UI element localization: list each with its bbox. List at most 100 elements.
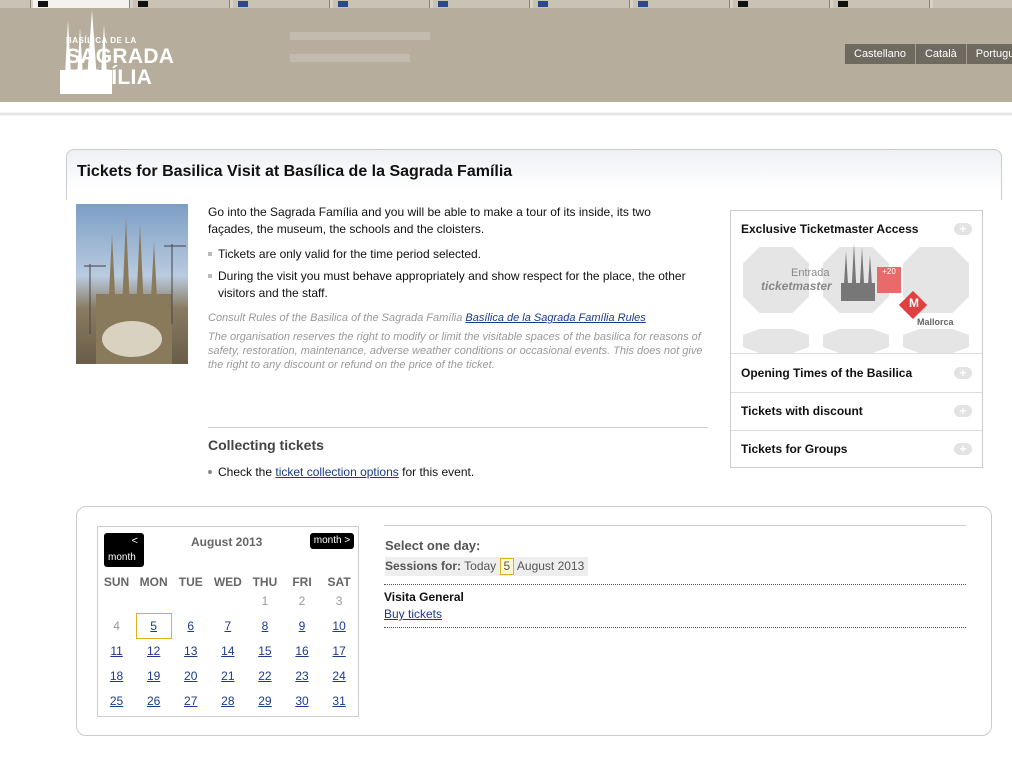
calendar-day[interactable]: 6 xyxy=(172,614,209,639)
calendar-day[interactable]: 5 xyxy=(135,613,173,639)
calendar-day[interactable]: 24 xyxy=(321,664,358,689)
calendar-day-link[interactable]: 15 xyxy=(258,644,271,658)
calendar-day-link[interactable]: 8 xyxy=(262,619,269,633)
browser-tab[interactable] xyxy=(533,0,630,8)
promo-hex xyxy=(823,329,889,353)
sidebar-item-groups[interactable]: Tickets for Groups + xyxy=(731,430,982,467)
calendar-day-link[interactable]: 11 xyxy=(110,644,122,658)
calendar-day[interactable]: 28 xyxy=(209,689,246,714)
calendar-day-link[interactable]: 26 xyxy=(147,694,160,708)
collection-options-link[interactable]: ticket collection options xyxy=(275,465,398,479)
calendar-day[interactable]: 22 xyxy=(246,664,283,689)
calendar-day-link[interactable]: 17 xyxy=(332,644,345,658)
sidebar-item-opening-times[interactable]: Opening Times of the Basilica + xyxy=(731,354,982,393)
calendar-week-row: 1 2 3 xyxy=(98,589,358,614)
collect-pre: Check the xyxy=(218,465,273,479)
weekday-header: TUE xyxy=(178,575,203,589)
calendar-day[interactable]: 12 xyxy=(135,639,172,664)
calendar-day[interactable]: 8 xyxy=(246,614,283,639)
lang-catala[interactable]: Català xyxy=(916,44,967,64)
calendar-day-link[interactable]: 13 xyxy=(184,644,197,658)
calendar-day[interactable]: 10 xyxy=(321,614,358,639)
browser-tab[interactable] xyxy=(733,0,830,8)
calendar-grid: SUN MON TUE WED THU FRI SAT 1 2 3 4 5 6 7 8 9 10 11 12 13 1… xyxy=(98,575,358,714)
browser-tab[interactable] xyxy=(633,0,730,8)
calendar-day[interactable]: 11 xyxy=(98,639,135,664)
lang-castellano[interactable]: Castellano xyxy=(845,44,916,64)
calendar-day[interactable]: 16 xyxy=(283,639,320,664)
calendar-day-link[interactable]: 10 xyxy=(332,619,345,633)
calendar-day-link[interactable]: 31 xyxy=(332,694,345,708)
calendar-day[interactable]: 30 xyxy=(283,689,320,714)
calendar-day[interactable]: 9 xyxy=(283,614,320,639)
calendar-day[interactable]: 21 xyxy=(209,664,246,689)
calendar-day-link[interactable]: 23 xyxy=(295,669,308,683)
favicon-icon xyxy=(338,1,348,7)
calendar-day[interactable]: 14 xyxy=(209,639,246,664)
favicon-icon xyxy=(838,1,848,7)
calendar-day-link[interactable]: 29 xyxy=(258,694,271,708)
calendar-day-link[interactable]: 14 xyxy=(221,644,234,658)
weekday-header: FRI xyxy=(292,575,312,589)
calendar-day xyxy=(135,589,172,614)
favicon-icon xyxy=(438,1,448,7)
calendar-day-link[interactable]: 18 xyxy=(110,669,123,683)
calendar-day[interactable]: 15 xyxy=(246,639,283,664)
calendar-day-link[interactable]: 22 xyxy=(258,669,271,683)
calendar-day-link[interactable]: 27 xyxy=(184,694,197,708)
browser-tab[interactable] xyxy=(833,0,930,8)
logo-title: SAGRADA FAMÍLIA xyxy=(66,46,174,88)
calendar-day[interactable]: 20 xyxy=(172,664,209,689)
rules-link[interactable]: Basílica de la Sagrada Família Rules xyxy=(465,312,645,324)
expand-icon[interactable]: + xyxy=(954,405,972,417)
sidebar-item-ticketmaster[interactable]: Exclusive Ticketmaster Access + Entrada … xyxy=(731,211,982,354)
browser-tab[interactable] xyxy=(0,0,31,8)
browser-tab[interactable] xyxy=(333,0,430,8)
calendar-day[interactable]: 17 xyxy=(321,639,358,664)
calendar-day-link[interactable]: 28 xyxy=(221,694,234,708)
collect-post: for this event. xyxy=(402,465,475,479)
browser-tab[interactable] xyxy=(933,0,1012,8)
calendar-day-link[interactable]: 20 xyxy=(184,669,197,683)
browser-tab[interactable] xyxy=(233,0,330,8)
calendar-day-link[interactable]: 19 xyxy=(147,669,160,683)
calendar-day-link[interactable]: 24 xyxy=(332,669,345,683)
weekday-header: SAT xyxy=(327,575,351,589)
calendar-day-link[interactable]: 30 xyxy=(295,694,308,708)
expand-icon[interactable]: + xyxy=(954,443,972,455)
calendar-day[interactable]: 7 xyxy=(209,614,246,639)
lang-portugues[interactable]: Portugu xyxy=(967,44,1012,64)
browser-tab[interactable] xyxy=(133,0,230,8)
buy-tickets-link[interactable]: Buy tickets xyxy=(384,607,442,621)
calendar-day[interactable]: 13 xyxy=(172,639,209,664)
calendar-day-link[interactable]: 7 xyxy=(224,619,231,633)
calendar-day-link[interactable]: 21 xyxy=(221,669,234,683)
expand-icon[interactable]: + xyxy=(954,223,972,235)
next-month-button[interactable]: month > xyxy=(310,533,354,549)
calendar-day[interactable]: 18 xyxy=(98,664,135,689)
sidebar-item-discount[interactable]: Tickets with discount + xyxy=(731,392,982,431)
calendar-day-link[interactable]: 9 xyxy=(299,619,306,633)
calendar-day xyxy=(172,589,209,614)
calendar-day[interactable]: 27 xyxy=(172,689,209,714)
favicon-icon xyxy=(738,1,748,7)
calendar-day-link[interactable]: 16 xyxy=(295,644,308,658)
calendar-day[interactable]: 29 xyxy=(246,689,283,714)
calendar-day[interactable]: 23 xyxy=(283,664,320,689)
calendar-day-link[interactable]: 12 xyxy=(147,644,160,658)
rules-list: Tickets are only valid for the time peri… xyxy=(208,246,708,307)
expand-icon[interactable]: + xyxy=(954,367,972,379)
prev-month-button[interactable]: < month xyxy=(104,533,144,567)
calendar-day[interactable]: 26 xyxy=(135,689,172,714)
browser-tab-active[interactable] xyxy=(33,0,130,8)
logo-subtitle: BASÍLICA DE LA xyxy=(66,36,137,45)
calendar-day-link[interactable]: 6 xyxy=(187,619,194,633)
calendar-day: 1 xyxy=(261,594,269,608)
calendar-day-link[interactable]: 25 xyxy=(110,694,123,708)
weekday-header: THU xyxy=(252,575,278,589)
calendar-day[interactable]: 25 xyxy=(98,689,135,714)
calendar-day[interactable]: 31 xyxy=(321,689,358,714)
browser-tab[interactable] xyxy=(433,0,530,8)
calendar-week-row: 11 12 13 14 15 16 17 xyxy=(98,639,358,664)
calendar-day[interactable]: 19 xyxy=(135,664,172,689)
